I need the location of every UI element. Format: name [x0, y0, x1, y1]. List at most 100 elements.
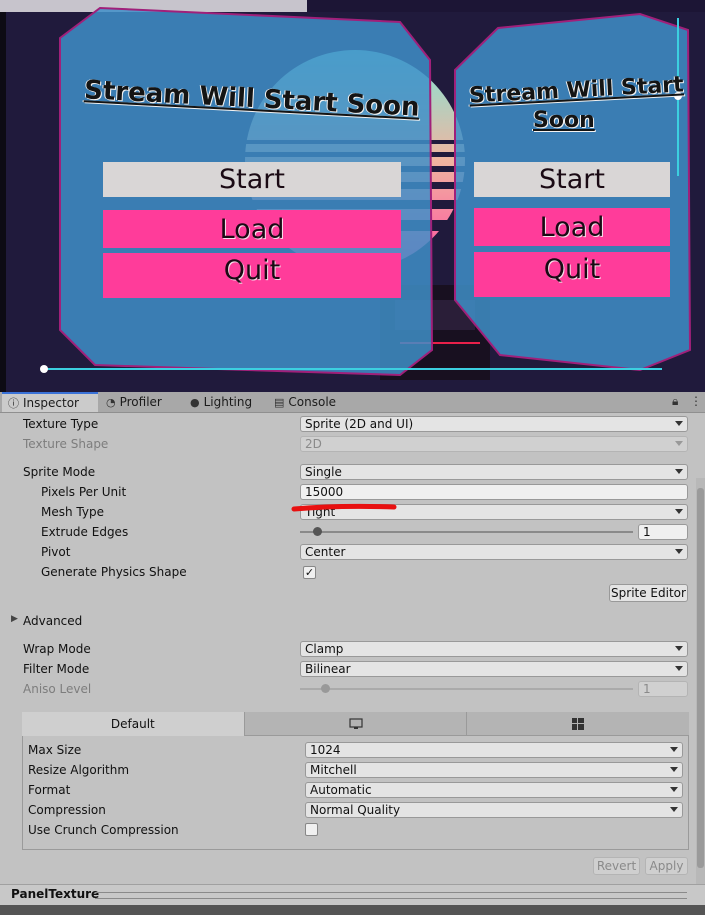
- chevron-down-icon: [670, 787, 678, 792]
- pivot-dropdown[interactable]: Center: [300, 544, 688, 560]
- red-annotation-stroke: [291, 503, 397, 512]
- tab-lighting-label: Lighting: [203, 395, 253, 409]
- format-value: Automatic: [310, 783, 372, 797]
- extrude-edges-slider[interactable]: [300, 531, 633, 533]
- tab-inspector[interactable]: ⓘ Inspector: [2, 392, 98, 412]
- left-start-button[interactable]: Start: [103, 162, 401, 197]
- platform-tab-default[interactable]: Default: [22, 712, 245, 736]
- texture-shape-value: 2D: [305, 437, 322, 451]
- lightbulb-icon: ●: [190, 395, 200, 409]
- info-icon: ⓘ: [8, 397, 19, 410]
- right-load-button[interactable]: Load: [474, 208, 670, 246]
- texture-shape-dropdown: 2D: [300, 436, 688, 452]
- texture-shape-label: Texture Shape: [23, 437, 109, 451]
- chevron-down-icon: [675, 646, 683, 651]
- window-bottom-edge: [0, 905, 705, 915]
- extrude-edges-slider-knob[interactable]: [313, 527, 322, 536]
- left-load-button[interactable]: Load: [103, 210, 401, 248]
- aniso-level-slider: [300, 688, 633, 690]
- asset-name: PanelTexture: [11, 887, 100, 901]
- pixels-per-unit-label: Pixels Per Unit: [41, 485, 127, 499]
- wrap-mode-label: Wrap Mode: [23, 642, 91, 656]
- sprite-mode-dropdown[interactable]: Single: [300, 464, 688, 480]
- compression-label: Compression: [28, 803, 106, 817]
- more-options-icon[interactable]: ⋮: [690, 394, 702, 408]
- tab-console[interactable]: ▤ Console: [268, 392, 342, 412]
- game-view[interactable]: Stream Will Start Soon Start Load Quit S…: [0, 0, 705, 392]
- aniso-level-input: 1: [638, 681, 688, 697]
- right-start-button[interactable]: Start: [474, 162, 670, 197]
- max-size-label: Max Size: [28, 743, 82, 757]
- platform-tab-standalone[interactable]: [244, 712, 468, 736]
- aniso-level-value: 1: [643, 682, 651, 696]
- sprite-editor-button[interactable]: Sprite Editor: [609, 584, 688, 602]
- preview-header[interactable]: PanelTexture: [0, 884, 705, 905]
- wrap-mode-value: Clamp: [305, 642, 344, 656]
- tab-lighting[interactable]: ● Lighting: [184, 392, 258, 412]
- wrap-mode-dropdown[interactable]: Clamp: [300, 641, 688, 657]
- crunch-compression-checkbox[interactable]: [305, 823, 318, 836]
- texture-type-label: Texture Type: [23, 417, 99, 431]
- sprite-mode-value: Single: [305, 465, 342, 479]
- editor-tab-bar: ⓘ Inspector ◔ Profiler ● Lighting ▤ Cons…: [0, 392, 705, 413]
- profiler-icon: ◔: [106, 395, 116, 409]
- chevron-down-icon: [675, 469, 683, 474]
- texture-type-dropdown[interactable]: Sprite (2D and UI): [300, 416, 688, 432]
- tab-inspector-label: Inspector: [23, 396, 79, 410]
- platform-tabs: Default: [22, 712, 690, 736]
- resize-algorithm-dropdown[interactable]: Mitchell: [305, 762, 683, 778]
- tab-profiler[interactable]: ◔ Profiler: [100, 392, 168, 412]
- chevron-down-icon: [670, 767, 678, 772]
- filter-mode-dropdown[interactable]: Bilinear: [300, 661, 688, 677]
- mesh-type-label: Mesh Type: [41, 505, 104, 519]
- generate-physics-checkbox[interactable]: ✓: [303, 566, 316, 579]
- generate-physics-label: Generate Physics Shape: [41, 565, 187, 579]
- max-size-value: 1024: [310, 743, 341, 757]
- chevron-down-icon: [670, 747, 678, 752]
- monitor-icon: [348, 717, 363, 729]
- extrude-edges-label: Extrude Edges: [41, 525, 129, 539]
- extrude-edges-value: 1: [643, 525, 651, 539]
- texture-type-value: Sprite (2D and UI): [305, 417, 414, 431]
- chevron-down-icon: [675, 509, 683, 514]
- pixels-per-unit-value: 15000: [305, 485, 344, 499]
- compression-value: Normal Quality: [310, 803, 401, 817]
- tab-profiler-label: Profiler: [119, 395, 162, 409]
- resize-algorithm-value: Mitchell: [310, 763, 357, 777]
- left-quit-button[interactable]: Quit: [103, 253, 401, 298]
- windows-icon: [572, 717, 585, 730]
- advanced-foldout-label[interactable]: Advanced: [23, 614, 82, 628]
- resize-algorithm-label: Resize Algorithm: [28, 763, 130, 777]
- compression-dropdown[interactable]: Normal Quality: [305, 802, 683, 818]
- console-icon: ▤: [274, 395, 285, 409]
- extrude-edges-input[interactable]: 1: [638, 524, 688, 540]
- filter-mode-label: Filter Mode: [23, 662, 90, 676]
- platform-tab-windows[interactable]: [467, 712, 690, 736]
- max-size-dropdown[interactable]: 1024: [305, 742, 683, 758]
- inspector-scrollbar[interactable]: [696, 478, 705, 888]
- tab-console-label: Console: [288, 395, 337, 409]
- advanced-foldout-arrow[interactable]: ▶: [11, 614, 18, 624]
- right-quit-button[interactable]: Quit: [474, 252, 670, 297]
- lock-icon[interactable]: 🔒︎: [672, 394, 678, 409]
- format-dropdown[interactable]: Automatic: [305, 782, 683, 798]
- inspector-scrollbar-thumb[interactable]: [697, 488, 704, 868]
- chevron-down-icon: [675, 441, 683, 446]
- pivot-value: Center: [305, 545, 346, 559]
- pivot-label: Pivot: [41, 545, 71, 559]
- aniso-level-slider-knob: [321, 684, 330, 693]
- platform-tab-default-label: Default: [110, 717, 155, 731]
- crunch-compression-label: Use Crunch Compression: [28, 823, 179, 837]
- chevron-down-icon: [675, 549, 683, 554]
- right-panel-title-line2: Soon: [533, 108, 595, 133]
- chevron-down-icon: [675, 666, 683, 671]
- sprite-mode-label: Sprite Mode: [23, 465, 96, 479]
- aniso-level-label: Aniso Level: [23, 682, 92, 696]
- format-label: Format: [28, 783, 71, 797]
- revert-button[interactable]: Revert: [593, 857, 640, 875]
- pixels-per-unit-input[interactable]: 15000: [300, 484, 688, 500]
- chevron-down-icon: [670, 807, 678, 812]
- resize-grip[interactable]: [95, 892, 687, 899]
- chevron-down-icon: [675, 421, 683, 426]
- apply-button[interactable]: Apply: [645, 857, 688, 875]
